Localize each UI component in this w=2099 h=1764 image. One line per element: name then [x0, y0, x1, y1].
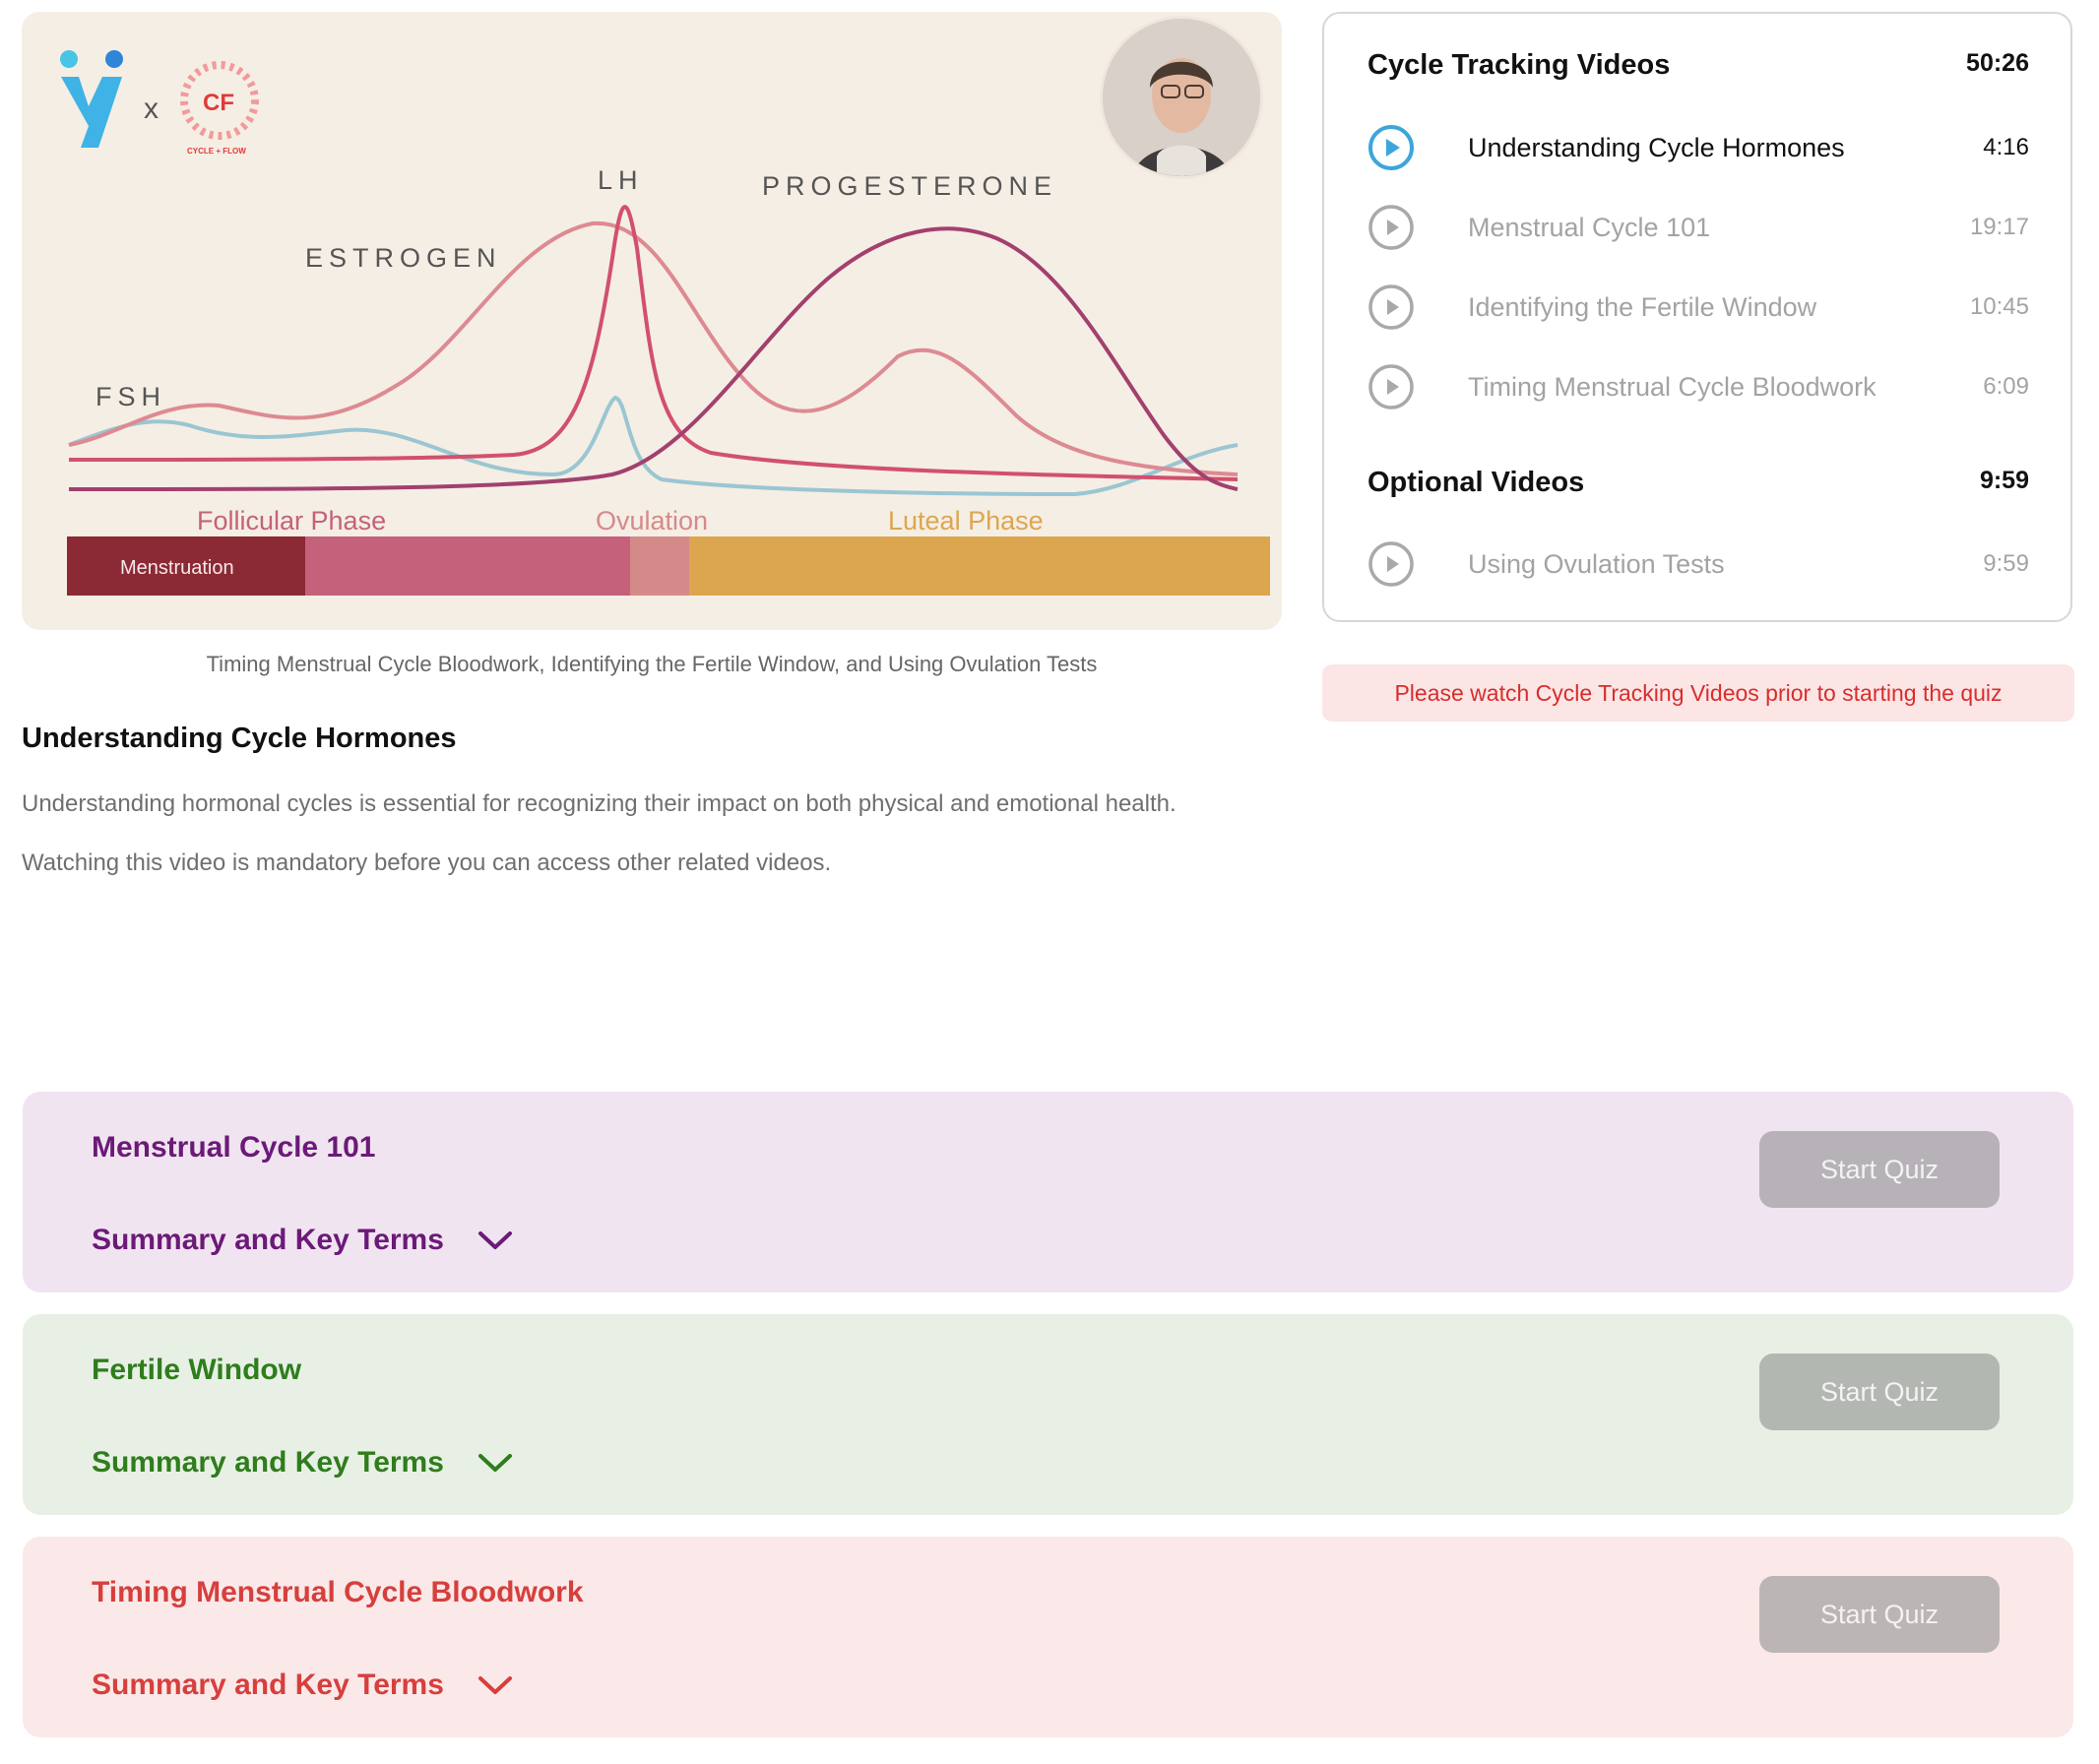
playlist-item-time: 4:16: [1983, 134, 2029, 160]
summary-label: Summary and Key Terms: [92, 1669, 444, 1701]
video-description: Understanding hormonal cycles is essenti…: [22, 790, 1177, 817]
follicular-phase-label: Follicular Phase: [197, 506, 386, 536]
quiz-card-title: Fertile Window: [92, 1354, 302, 1386]
playlist-item-label: Identifying the Fertile Window: [1468, 291, 1817, 322]
quiz-card-fertile-window: Fertile Window Summary and Key Terms Sta…: [23, 1314, 2073, 1515]
summary-toggle[interactable]: Summary and Key Terms: [92, 1669, 513, 1702]
brand-logos: x CF CYCLE + FLOW: [59, 47, 276, 160]
luteal-phase-label: Luteal Phase: [888, 506, 1044, 536]
quiz-card-menstrual-cycle-101: Menstrual Cycle 101 Summary and Key Term…: [23, 1092, 2073, 1292]
luteal-bar: [689, 536, 1270, 596]
playlist-item-menstrual-cycle-101[interactable]: Menstrual Cycle 101 19:17: [1368, 200, 2029, 255]
play-icon: [1368, 364, 1414, 410]
cycle-flow-logo-icon: CF CYCLE + FLOW: [180, 61, 259, 156]
section-header-cycle-tracking: Cycle Tracking Videos 50:26: [1368, 49, 2029, 82]
lh-label: LH: [598, 165, 644, 195]
video-title: Understanding Cycle Hormones: [22, 723, 457, 754]
video-player[interactable]: FSH ESTROGEN LH PROGESTERONE Follicular …: [22, 12, 1282, 630]
presenter-avatar: [1100, 16, 1263, 179]
menstruation-label: Menstruation: [120, 557, 234, 579]
section-title: Cycle Tracking Videos: [1368, 49, 1671, 81]
playlist-item-time: 10:45: [1969, 293, 2029, 320]
start-quiz-button[interactable]: Start Quiz: [1759, 1131, 2000, 1208]
playlist-item-time: 19:17: [1969, 214, 2029, 240]
section-header-optional: Optional Videos 9:59: [1368, 467, 2029, 499]
summary-toggle[interactable]: Summary and Key Terms: [92, 1446, 513, 1480]
svg-text:CF: CF: [203, 90, 234, 116]
chevron-down-icon: [477, 1676, 512, 1694]
chevron-down-icon: [477, 1454, 512, 1472]
estrogen-label: ESTROGEN: [305, 243, 502, 273]
video-caption: Timing Menstrual Cycle Bloodwork, Identi…: [206, 652, 1098, 676]
ovulation-label: Ovulation: [596, 506, 708, 536]
playlist-item-label: Using Ovulation Tests: [1468, 548, 1725, 579]
summary-label: Summary and Key Terms: [92, 1224, 444, 1256]
play-icon: [1368, 205, 1414, 250]
ovulation-bar: [630, 536, 689, 596]
playlist-item-time: 9:59: [1983, 550, 2029, 577]
quiz-card-title: Menstrual Cycle 101: [92, 1131, 376, 1164]
y-logo-icon: [60, 50, 123, 148]
summary-label: Summary and Key Terms: [92, 1446, 444, 1479]
quiz-card-timing-bloodwork: Timing Menstrual Cycle Bloodwork Summary…: [23, 1537, 2073, 1737]
brand-x-mark: x: [144, 93, 159, 125]
play-icon: [1368, 541, 1414, 587]
section-duration: 9:59: [1979, 467, 2029, 494]
follicular-bar: [305, 536, 630, 596]
playlist-item-time: 6:09: [1983, 373, 2029, 400]
svg-text:CYCLE + FLOW: CYCLE + FLOW: [187, 147, 246, 156]
chevron-down-icon: [477, 1231, 512, 1249]
section-title: Optional Videos: [1368, 467, 1585, 498]
video-requirement-note: Watching this video is mandatory before …: [22, 850, 832, 876]
quiz-warning-banner: Please watch Cycle Tracking Videos prior…: [1322, 664, 2074, 722]
playlist-item-label: Timing Menstrual Cycle Bloodwork: [1468, 371, 1876, 402]
lh-curve: [68, 205, 1239, 481]
section-duration: 50:26: [1966, 49, 2029, 77]
play-icon: [1368, 284, 1414, 330]
progesterone-label: PROGESTERONE: [762, 171, 1057, 201]
playlist-item-identifying-fertile-window[interactable]: Identifying the Fertile Window 10:45: [1368, 280, 2029, 335]
play-active-icon: [1368, 125, 1414, 170]
playlist-item-label: Menstrual Cycle 101: [1468, 212, 1711, 242]
playlist-item-using-ovulation-tests[interactable]: Using Ovulation Tests 9:59: [1368, 536, 2029, 592]
start-quiz-button[interactable]: Start Quiz: [1759, 1354, 2000, 1430]
playlist-item-timing-bloodwork[interactable]: Timing Menstrual Cycle Bloodwork 6:09: [1368, 359, 2029, 414]
summary-toggle[interactable]: Summary and Key Terms: [92, 1224, 513, 1257]
playlist-item-label: Understanding Cycle Hormones: [1468, 132, 1845, 162]
video-playlist: Cycle Tracking Videos 50:26 Understandin…: [1322, 12, 2072, 622]
fsh-label: FSH: [95, 382, 166, 411]
quiz-card-title: Timing Menstrual Cycle Bloodwork: [92, 1576, 584, 1608]
start-quiz-button[interactable]: Start Quiz: [1759, 1576, 2000, 1653]
playlist-item-understanding-cycle-hormones[interactable]: Understanding Cycle Hormones 4:16: [1368, 120, 2029, 175]
